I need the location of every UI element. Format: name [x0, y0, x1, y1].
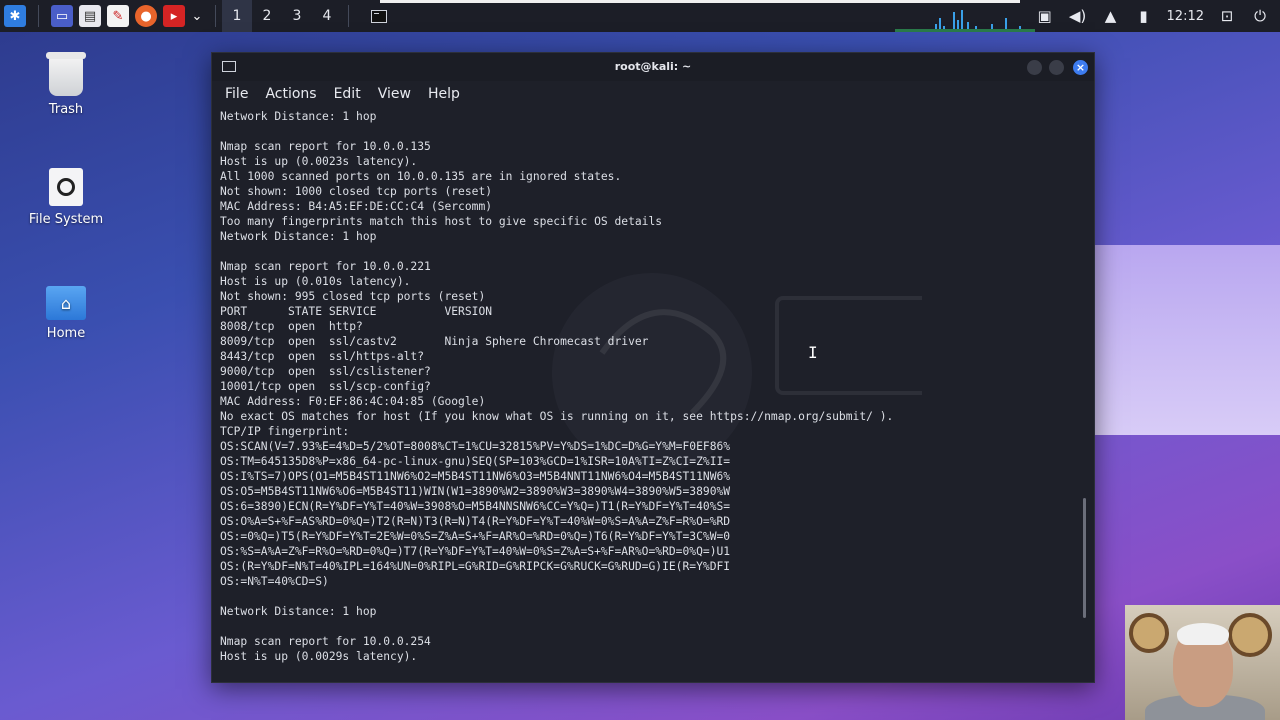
- terminal-line: Network Distance: 1 hop: [220, 110, 377, 123]
- terminal-line: 8443/tcp open ssl/https-alt?: [220, 350, 425, 363]
- panel-clock[interactable]: 12:12: [1167, 9, 1204, 24]
- workspace-4[interactable]: 4: [312, 0, 342, 32]
- kali-menu-icon[interactable]: ✱: [4, 5, 26, 27]
- terminal-line: 8008/tcp open http?: [220, 320, 363, 333]
- terminal-line: Not shown: 995 closed tcp ports (reset): [220, 290, 486, 303]
- workspace-2[interactable]: 2: [252, 0, 282, 32]
- terminal-line: 8009/tcp open ssl/castv2 Ninja Sphere Ch…: [220, 335, 649, 348]
- home-folder-icon: ⌂: [46, 286, 86, 320]
- cpu-graph: [895, 10, 1035, 32]
- terminal-window: root@kali: ~ × File Actions Edit View He…: [211, 52, 1095, 683]
- drive-icon: [49, 168, 83, 206]
- text-cursor-icon: I: [808, 343, 818, 362]
- top-panel: ✱ ▭ ▤ ✎ ● ▸ ⌄ 1 2 3 4 ▣ ◀) ▲ ▮ 12:12 ⊡ ⏻: [0, 0, 1280, 32]
- panel-highlight-line: [380, 0, 1020, 3]
- terminal-line: OS:O%A=S+%F=AS%RD=0%Q=)T2(R=N)T3(R=N)T4(…: [220, 515, 731, 528]
- wall-clock-decoration: [1228, 613, 1272, 657]
- menu-file[interactable]: File: [225, 86, 248, 102]
- terminal-line: No exact OS matches for host (If you kno…: [220, 410, 894, 423]
- screenshot-icon[interactable]: ▣: [1035, 7, 1055, 25]
- window-title: root@kali: ~: [614, 60, 692, 73]
- terminal-line: OS:TM=645135D8%P=x86_64-pc-linux-gnu)SEQ…: [220, 455, 731, 468]
- window-titlebar[interactable]: root@kali: ~ ×: [212, 53, 1094, 81]
- show-desktop-icon[interactable]: ▭: [51, 5, 73, 27]
- terminal-red-icon[interactable]: ▸: [163, 5, 185, 27]
- terminal-line: All 1000 scanned ports on 10.0.0.135 are…: [220, 170, 622, 183]
- terminal-line: 9000/tcp open ssl/cslistener?: [220, 365, 431, 378]
- terminal-scrollbar[interactable]: [1083, 498, 1086, 618]
- terminal-line: OS:6=3890)ECN(R=Y%DF=Y%T=40%W=3908%O=M5B…: [220, 500, 731, 513]
- text-editor-icon[interactable]: ✎: [107, 5, 129, 27]
- desktop-icon-home[interactable]: ⌂ Home: [21, 286, 111, 341]
- terminal-line: Not shown: 1000 closed tcp ports (reset): [220, 185, 493, 198]
- terminal-output[interactable]: Network Distance: 1 hop Nmap scan report …: [220, 109, 1074, 682]
- terminal-line: OS:=0%Q=)T5(R=Y%DF=Y%T=2E%W=0%S=Z%A=S+%F…: [220, 530, 731, 543]
- maximize-button[interactable]: [1049, 60, 1064, 75]
- terminal-line: Host is up (0.010s latency).: [220, 275, 411, 288]
- terminal-line: Network Distance: 1 hop: [220, 230, 377, 243]
- desktop-icon-label: Trash: [48, 102, 84, 117]
- notifications-icon[interactable]: ▲: [1101, 7, 1121, 25]
- taskbar-terminal-button[interactable]: [361, 0, 397, 32]
- desktop-icon-label: Home: [46, 326, 86, 341]
- terminal-line: TCP/IP fingerprint:: [220, 425, 350, 438]
- firefox-icon[interactable]: ●: [135, 5, 157, 27]
- terminal-line: OS:(R=Y%DF=N%T=40%IPL=164%UN=0%RIPL=G%RI…: [220, 560, 731, 573]
- power-icon[interactable]: ⏻: [1250, 7, 1270, 25]
- terminal-line: Nmap scan report for 10.0.0.221: [220, 260, 431, 273]
- volume-icon[interactable]: ◀): [1068, 7, 1088, 25]
- terminal-line: 10001/tcp open ssl/scp-config?: [220, 380, 431, 393]
- terminal-line: Nmap scan report for 10.0.0.254: [220, 635, 431, 648]
- workspace-3[interactable]: 3: [282, 0, 312, 32]
- desktop-icon-trash[interactable]: Trash: [21, 52, 111, 117]
- terminal-line: Host is up (0.0023s latency).: [220, 155, 418, 168]
- webcam-overlay: [1125, 605, 1280, 720]
- terminal-line: OS:I%TS=7)OPS(O1=M5B4ST11NW6%O2=M5B4ST11…: [220, 470, 731, 483]
- workspace-1[interactable]: 1: [222, 0, 252, 32]
- terminal-line: Too many fingerprints match this host to…: [220, 215, 663, 228]
- terminal-line: MAC Address: B4:A5:EF:DE:CC:C4 (Sercomm): [220, 200, 493, 213]
- terminal-line: Nmap scan report for 10.0.0.135: [220, 140, 431, 153]
- terminal-line: OS:SCAN(V=7.93%E=4%D=5/2%OT=8008%CT=1%CU…: [220, 440, 731, 453]
- chevron-down-icon[interactable]: ⌄: [191, 5, 203, 27]
- menu-edit[interactable]: Edit: [334, 86, 361, 102]
- lock-icon[interactable]: ⊡: [1217, 7, 1237, 25]
- presenter-cap: [1177, 623, 1229, 645]
- wallpaper-glow: [1095, 245, 1280, 435]
- desktop-icon-file-system[interactable]: File System: [21, 168, 111, 227]
- terminal-line: Network Distance: 1 hop: [220, 605, 377, 618]
- minimize-button[interactable]: [1027, 60, 1042, 75]
- panel-separator: [215, 5, 216, 27]
- terminal-line: OS:=N%T=40%CD=S): [220, 575, 329, 588]
- menu-view[interactable]: View: [378, 86, 411, 102]
- battery-icon[interactable]: ▮: [1134, 7, 1154, 25]
- close-button[interactable]: ×: [1073, 60, 1088, 75]
- panel-separator: [348, 5, 349, 27]
- terminal-line: PORT STATE SERVICE VERSION: [220, 305, 493, 318]
- terminal-line: MAC Address: F0:EF:86:4C:04:85 (Google): [220, 395, 486, 408]
- launcher-bar: ✱ ▭ ▤ ✎ ● ▸ ⌄: [0, 0, 222, 32]
- terminal-icon: [371, 9, 387, 23]
- panel-separator: [38, 5, 39, 27]
- trash-icon: [46, 52, 86, 96]
- file-manager-icon[interactable]: ▤: [79, 5, 101, 27]
- desktop-icon-label: File System: [28, 212, 104, 227]
- terminal-line: OS:%S=A%A=Z%F=R%O=%RD=0%Q=)T7(R=Y%DF=Y%T…: [220, 545, 731, 558]
- menu-help[interactable]: Help: [428, 86, 460, 102]
- menu-actions[interactable]: Actions: [265, 86, 316, 102]
- wall-clock-decoration: [1129, 613, 1169, 653]
- workspace-switcher: 1 2 3 4: [222, 0, 342, 32]
- system-tray: ▣ ◀) ▲ ▮ 12:12 ⊡ ⏻: [1035, 0, 1280, 32]
- terminal-line: Host is up (0.0029s latency).: [220, 650, 418, 663]
- menu-bar: File Actions Edit View Help: [212, 81, 1094, 107]
- terminal-line: OS:O5=M5B4ST11NW6%O6=M5B4ST11)WIN(W1=389…: [220, 485, 731, 498]
